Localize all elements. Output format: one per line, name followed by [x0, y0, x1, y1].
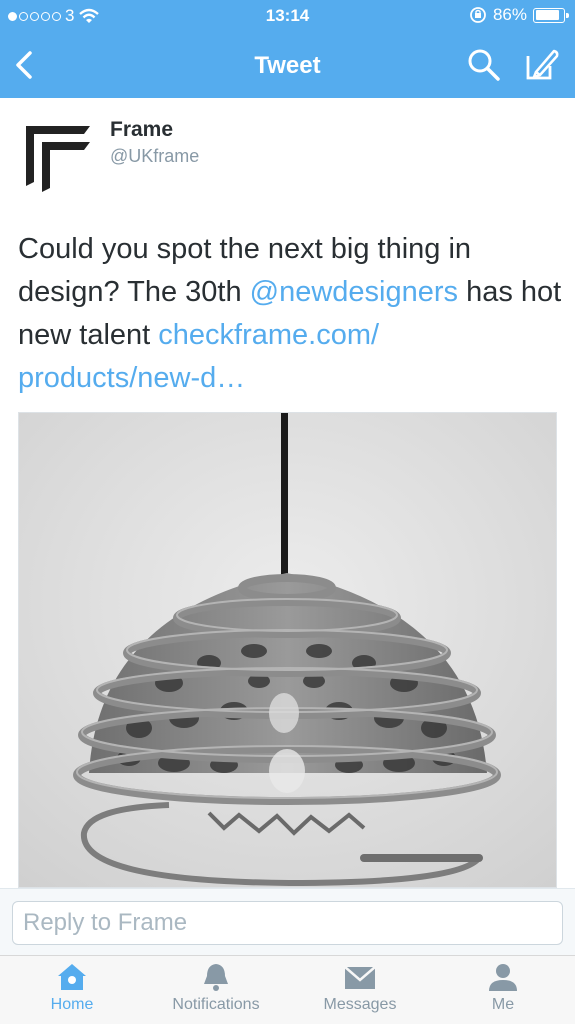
tab-bar: Home Notifications Messages Me: [0, 955, 575, 1024]
tab-label: Me: [491, 996, 515, 1013]
author-handle[interactable]: @UKframe: [110, 146, 199, 167]
tab-notifications[interactable]: Notifications: [146, 962, 286, 1014]
battery-info: 86%: [469, 5, 569, 25]
tab-me[interactable]: Me: [433, 962, 573, 1014]
compose-icon[interactable]: [524, 46, 560, 82]
bell-icon: [204, 964, 228, 991]
reply-bar: [0, 888, 575, 955]
search-icon[interactable]: [467, 48, 501, 82]
tab-label: Home: [50, 996, 94, 1013]
tab-label: Notifications: [172, 996, 260, 1013]
status-bar: 3 13:14 86%: [0, 0, 575, 34]
battery-percent: 86%: [492, 5, 527, 24]
top-bar: 3 13:14 86% Tweet: [0, 0, 575, 98]
person-icon: [489, 964, 517, 991]
author-name[interactable]: Frame: [110, 118, 173, 142]
home-icon: [58, 964, 86, 990]
tweet-author: Frame @UKframe: [0, 98, 575, 198]
tweet-text: Could you spot the next big thing in des…: [18, 228, 563, 400]
battery-level: [535, 10, 559, 20]
tab-label: Messages: [323, 996, 397, 1013]
tab-messages[interactable]: Messages: [290, 962, 430, 1014]
battery-icon: [533, 7, 569, 23]
orientation-lock-icon: [470, 7, 486, 23]
pendant-lamp-photo: [19, 413, 556, 887]
mention-link[interactable]: @newdesigners: [250, 276, 458, 308]
frame-logo-avatar[interactable]: [24, 122, 94, 192]
reply-input[interactable]: [12, 901, 563, 945]
envelope-icon: [344, 966, 376, 989]
tweet-media-image[interactable]: [18, 412, 557, 888]
navigation-bar: Tweet: [0, 40, 575, 92]
tab-home[interactable]: Home: [2, 962, 142, 1014]
